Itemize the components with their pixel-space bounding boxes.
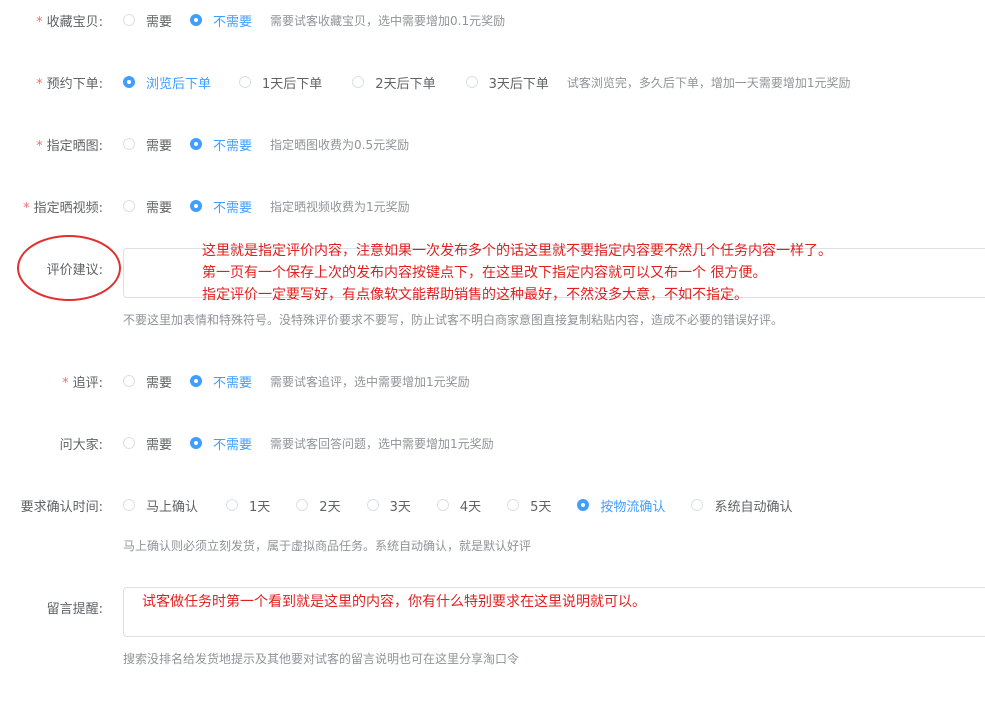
radio-checked-icon[interactable]	[190, 200, 203, 212]
radio-icon[interactable]	[296, 499, 309, 511]
photo-label: 指定晒图:	[46, 139, 103, 154]
message-hint: 搜索没排名给发货地提示及其他要对试客的留言说明也可在这里分享淘口令	[123, 652, 520, 666]
confirm-option-immediate[interactable]: 马上确认	[123, 496, 198, 515]
confirm-row: 要求确认时间: 马上确认 1天 2天 3天 4天 5天 按物流确认 系统自动确认	[0, 494, 985, 516]
radio-checked-icon[interactable]	[190, 14, 203, 26]
collect-option-no-need[interactable]: 不需要	[190, 11, 252, 30]
confirm-option-auto[interactable]: 系统自动确认	[691, 496, 792, 515]
radio-checked-icon[interactable]	[123, 76, 135, 88]
radio-icon[interactable]	[123, 200, 135, 212]
collect-label: 收藏宝贝:	[46, 15, 103, 30]
confirm-option-4day[interactable]: 4天	[436, 496, 481, 515]
followup-tip: 需要试客追评，选中需要增加1元奖励	[270, 374, 470, 389]
reserve-option-3day[interactable]: 3天后下单	[465, 73, 549, 92]
confirm-option-1day[interactable]: 1天	[226, 496, 270, 515]
ask-label: 问大家:	[59, 438, 103, 453]
reserve-row: * 预约下单: 浏览后下单 1天后下单 2天后下单 3天后下单 试客浏览完，多久后…	[0, 71, 985, 93]
review-annotation-line2: 第一页有一个保存上次的发布内容按键点下，在这里改下指定内容就可以又布一个 很方便…	[202, 265, 767, 281]
photo-option-need[interactable]: 需要	[123, 135, 172, 154]
radio-icon[interactable]	[226, 499, 239, 511]
ask-option-no-need[interactable]: 不需要	[190, 434, 252, 453]
confirm-option-2day[interactable]: 2天	[296, 496, 341, 515]
photo-option-no-need[interactable]: 不需要	[190, 135, 252, 154]
reserve-option-browse[interactable]: 浏览后下单	[123, 73, 211, 92]
video-tip: 指定晒视频收费为1元奖励	[270, 199, 410, 214]
radio-icon[interactable]	[123, 375, 135, 387]
reserve-option-1day[interactable]: 1天后下单	[239, 73, 322, 92]
message-label: 留言提醒:	[46, 602, 103, 617]
radio-checked-icon[interactable]	[190, 138, 203, 150]
radio-icon[interactable]	[436, 499, 449, 511]
video-label: 指定晒视频:	[33, 201, 103, 216]
collect-row: * 收藏宝贝: 需要 不需要 需要试客收藏宝贝，选中需要增加0.1元奖励	[0, 9, 985, 31]
ask-row: 问大家: 需要 不需要 需要试客回答问题，选中需要增加1元奖励	[0, 432, 985, 454]
photo-row: * 指定晒图: 需要 不需要 指定晒图收费为0.5元奖励	[0, 133, 985, 155]
ask-option-need[interactable]: 需要	[123, 434, 172, 453]
radio-icon[interactable]	[366, 499, 379, 511]
radio-icon[interactable]	[123, 437, 135, 449]
radio-icon[interactable]	[507, 499, 520, 511]
confirm-option-logistics[interactable]: 按物流确认	[577, 496, 665, 515]
confirm-option-3day[interactable]: 3天	[366, 496, 411, 515]
photo-tip: 指定晒图收费为0.5元奖励	[270, 137, 410, 152]
confirm-hint: 马上确认则必须立刻发货，属于虚拟商品任务。系统自动确认，就是默认好评	[123, 539, 532, 553]
collect-option-need[interactable]: 需要	[123, 11, 172, 30]
radio-icon[interactable]	[123, 138, 135, 150]
radio-icon[interactable]	[123, 499, 135, 511]
highlight-circle	[17, 235, 121, 301]
video-row: * 指定晒视频: 需要 不需要 指定晒视频收费为1元奖励	[0, 195, 985, 217]
confirm-label: 要求确认时间:	[20, 500, 103, 515]
followup-label: 追评:	[72, 376, 103, 391]
radio-checked-icon[interactable]	[190, 437, 203, 449]
confirm-option-5day[interactable]: 5天	[507, 496, 551, 515]
radio-icon[interactable]	[691, 499, 704, 511]
review-annotation-line1: 这里就是指定评价内容，注意如果一次发布多个的话这里就不要指定内容要不然几个任务内…	[202, 243, 832, 259]
review-hint: 不要这里加表情和特殊符号。没特殊评价要求不要写，防止试客不明白商家意图直接复制粘…	[123, 313, 784, 327]
review-annotation-line3: 指定评价一定要写好，有点像软文能帮助销售的这种最好，不然没多大意，不如不指定。	[202, 287, 748, 303]
reserve-option-2day[interactable]: 2天后下单	[352, 73, 436, 92]
message-annotation: 试客做任务时第一个看到就是这里的内容，你有什么特别要求在这里说明就可以。	[142, 594, 646, 610]
video-option-need[interactable]: 需要	[123, 197, 172, 216]
radio-icon[interactable]	[465, 76, 478, 88]
reserve-tip: 试客浏览完，多久后下单，增加一天需要增加1元奖励	[566, 75, 851, 90]
radio-icon[interactable]	[352, 76, 365, 88]
reserve-label: 预约下单:	[46, 77, 103, 92]
followup-option-no-need[interactable]: 不需要	[190, 372, 252, 391]
radio-checked-icon[interactable]	[190, 375, 203, 387]
followup-row: * 追评: 需要 不需要 需要试客追评，选中需要增加1元奖励	[0, 370, 985, 392]
ask-tip: 需要试客回答问题，选中需要增加1元奖励	[270, 436, 494, 451]
radio-icon[interactable]	[123, 14, 135, 26]
collect-tip: 需要试客收藏宝贝，选中需要增加0.1元奖励	[270, 13, 506, 28]
video-option-no-need[interactable]: 不需要	[190, 197, 252, 216]
radio-icon[interactable]	[239, 76, 252, 88]
followup-option-need[interactable]: 需要	[123, 372, 172, 391]
radio-checked-icon[interactable]	[577, 499, 590, 511]
